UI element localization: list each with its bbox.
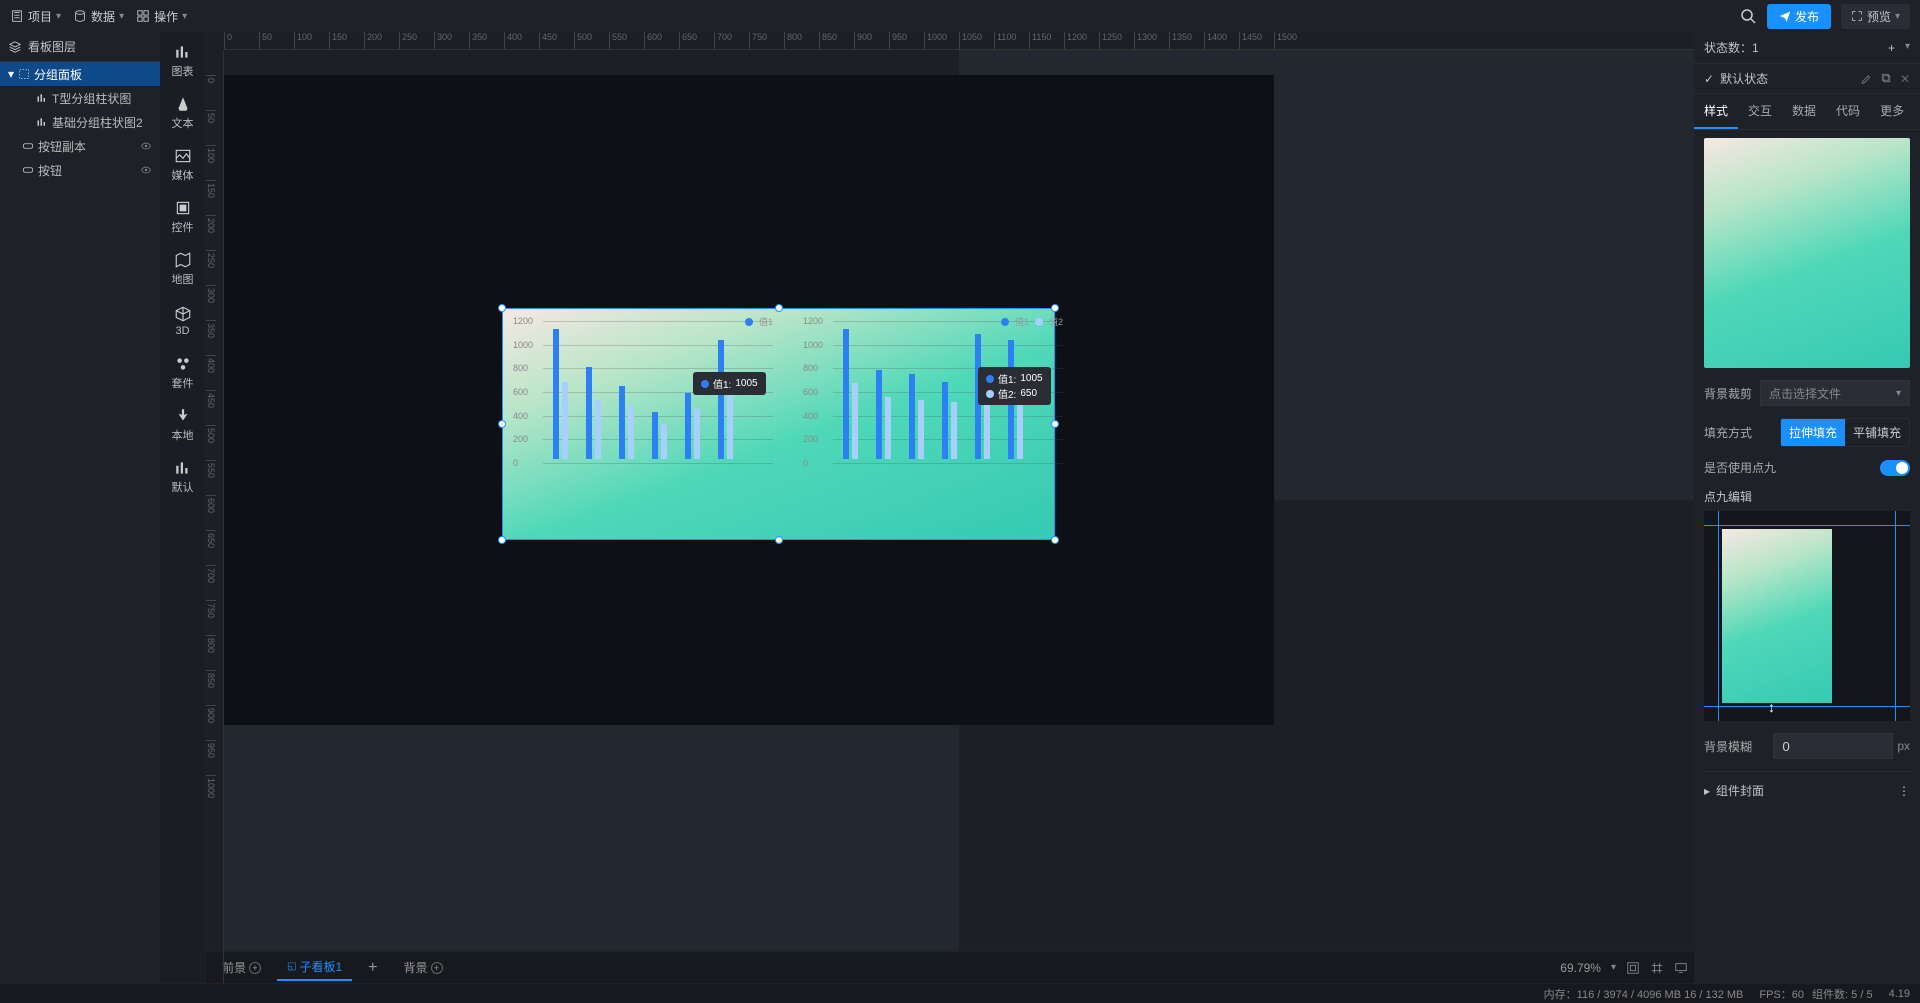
tab-code[interactable]: 代码 (1826, 94, 1870, 129)
add-state-icon[interactable]: + (1888, 41, 1895, 55)
tree-item-btn[interactable]: 按钮 (0, 158, 160, 182)
layer-panel-header: 看板图层 (0, 32, 160, 62)
memory-status: 内存：116 / 3974 / 4096 MB 16 / 132 MB (1544, 986, 1744, 1002)
chart-tbar: 020040060080010001200值1值1:1005 (513, 317, 773, 467)
state-row[interactable]: ✓默认状态 ✕ (1694, 64, 1920, 94)
ruler-horizontal: 0501001502002503003504004505005506006507… (224, 32, 1694, 50)
eye-icon[interactable] (140, 164, 152, 176)
send-icon (1779, 10, 1791, 22)
tab-style[interactable]: 样式 (1694, 94, 1738, 129)
comp-cover-label: 组件封面 (1716, 782, 1764, 799)
resize-handle[interactable] (498, 420, 506, 428)
expand-icon (1851, 10, 1863, 22)
screen-icon[interactable] (1674, 961, 1688, 975)
group-icon (18, 68, 30, 80)
tab-add[interactable]: + (358, 955, 387, 981)
fill-stretch-option[interactable]: 拉伸填充 (1781, 419, 1845, 446)
tool-control[interactable]: 控件 (160, 194, 206, 240)
resize-cursor-icon: ↕ (1768, 699, 1782, 715)
status-bar: 内存：116 / 3974 / 4096 MB 16 / 132 MB FPS：… (0, 983, 1920, 1003)
bg-blur-label: 背景模糊 (1704, 738, 1752, 755)
tool-kit[interactable]: 套件 (160, 350, 206, 396)
state-dropdown-icon[interactable]: ▾ (1905, 41, 1910, 55)
tool-map[interactable]: 地图 (160, 246, 206, 292)
layers-icon (8, 40, 22, 54)
component-count: 组件数: 5 / 5 (1812, 986, 1873, 1002)
background-preview (1704, 138, 1910, 368)
tool-default[interactable]: 默认 (160, 454, 206, 500)
resize-handle[interactable] (498, 304, 506, 312)
menu-ops[interactable]: 操作▾ (136, 8, 187, 25)
resize-handle[interactable] (1051, 536, 1059, 544)
use-nine-label: 是否使用点九 (1704, 459, 1776, 476)
button-icon (22, 140, 34, 152)
tree-group-panel[interactable]: ▾ 分组面板 (0, 62, 160, 86)
copy-icon[interactable] (1880, 72, 1892, 84)
menu-project[interactable]: 项目▾ (10, 8, 61, 25)
selected-group-panel[interactable]: 020040060080010001200值1值1:1005 020040060… (502, 308, 1055, 540)
barchart-icon (36, 116, 48, 128)
search-icon[interactable] (1739, 7, 1757, 25)
canvas: 0501001502002503003504004505005506006507… (206, 32, 1694, 983)
px-unit: px (1897, 739, 1910, 753)
component-toolbar: 图表 文本 媒体 控件 地图 3D 套件 本地 默认 (160, 32, 206, 983)
preview-button[interactable]: 预览▾ (1841, 4, 1910, 29)
ruler-vertical: 0501001502002503003504004505005506006507… (206, 50, 224, 983)
tool-media[interactable]: 媒体 (160, 142, 206, 188)
tool-local[interactable]: 本地 (160, 402, 206, 448)
tab-data[interactable]: 数据 (1782, 94, 1826, 129)
tab-subboard[interactable]: ◱子看板1 (277, 954, 352, 981)
chart-basicbar: 020040060080010001200值1值2值1:1005值2:650 (803, 317, 1063, 467)
fill-mode-segment: 拉伸填充 平铺填充 (1780, 418, 1910, 447)
grid-icon[interactable] (1650, 961, 1664, 975)
tree-item-tbar[interactable]: T型分组柱状图 (0, 86, 160, 110)
edit-icon[interactable] (1860, 72, 1872, 84)
nine-patch-editor[interactable]: ↕ (1704, 511, 1910, 721)
tool-chart[interactable]: 图表 (160, 38, 206, 84)
zoom-value: 69.79% (1560, 961, 1601, 975)
fill-mode-label: 填充方式 (1704, 424, 1752, 441)
tab-more[interactable]: 更多 (1870, 94, 1914, 129)
resize-handle[interactable] (1051, 304, 1059, 312)
button-icon (22, 164, 34, 176)
nine-toggle[interactable] (1880, 460, 1910, 476)
fit-icon[interactable] (1626, 961, 1640, 975)
bg-clip-label: 背景裁剪 (1704, 385, 1752, 402)
barchart-icon (36, 92, 48, 104)
resize-handle[interactable] (775, 304, 783, 312)
fps-status: FPS：60 (1759, 986, 1804, 1002)
tree-item-btncopy[interactable]: 按钮副本 (0, 134, 160, 158)
properties-panel: 状态数：1 + ▾ ✓默认状态 ✕ 样式 交互 数据 代码 更多 背景裁剪 (1694, 32, 1920, 983)
eye-icon[interactable] (140, 140, 152, 152)
bg-blur-input[interactable] (1773, 733, 1893, 759)
state-header: 状态数：1 + ▾ (1694, 32, 1920, 64)
resize-handle[interactable] (498, 536, 506, 544)
close-icon[interactable]: ✕ (1900, 72, 1910, 86)
property-tabs: 样式 交互 数据 代码 更多 (1694, 94, 1920, 130)
tree-item-basicbar[interactable]: 基础分组柱状图2 (0, 110, 160, 134)
tab-background[interactable]: 背景+ (394, 955, 453, 980)
canvas-tabs: 前景+ ◱子看板1 + 背景+ 69.79%▾ (206, 951, 1694, 983)
tool-3d[interactable]: 3D (160, 298, 206, 344)
layer-panel: 看板图层 ▾ 分组面板 T型分组柱状图 基础分组柱状图2 (0, 32, 160, 983)
file-select[interactable]: 点击选择文件▾ (1760, 380, 1910, 406)
version: 4.19 (1889, 988, 1910, 1000)
tab-interact[interactable]: 交互 (1738, 94, 1782, 129)
layer-panel-title: 看板图层 (28, 38, 76, 55)
tool-text[interactable]: 文本 (160, 90, 206, 136)
fill-tile-option[interactable]: 平铺填充 (1845, 419, 1909, 446)
publish-button[interactable]: 发布 (1767, 4, 1831, 29)
nine-edit-label: 点九编辑 (1704, 490, 1752, 504)
canvas-area[interactable]: 020040060080010001200值1值1:1005 020040060… (224, 50, 1694, 951)
resize-handle[interactable] (775, 536, 783, 544)
topbar: 项目▾ 数据▾ 操作▾ 发布 预览▾ (0, 0, 1920, 32)
menu-data[interactable]: 数据▾ (73, 8, 124, 25)
layer-tree: ▾ 分组面板 T型分组柱状图 基础分组柱状图2 按钮副本 (0, 62, 160, 983)
more-icon[interactable]: ⋮ (1898, 784, 1910, 798)
